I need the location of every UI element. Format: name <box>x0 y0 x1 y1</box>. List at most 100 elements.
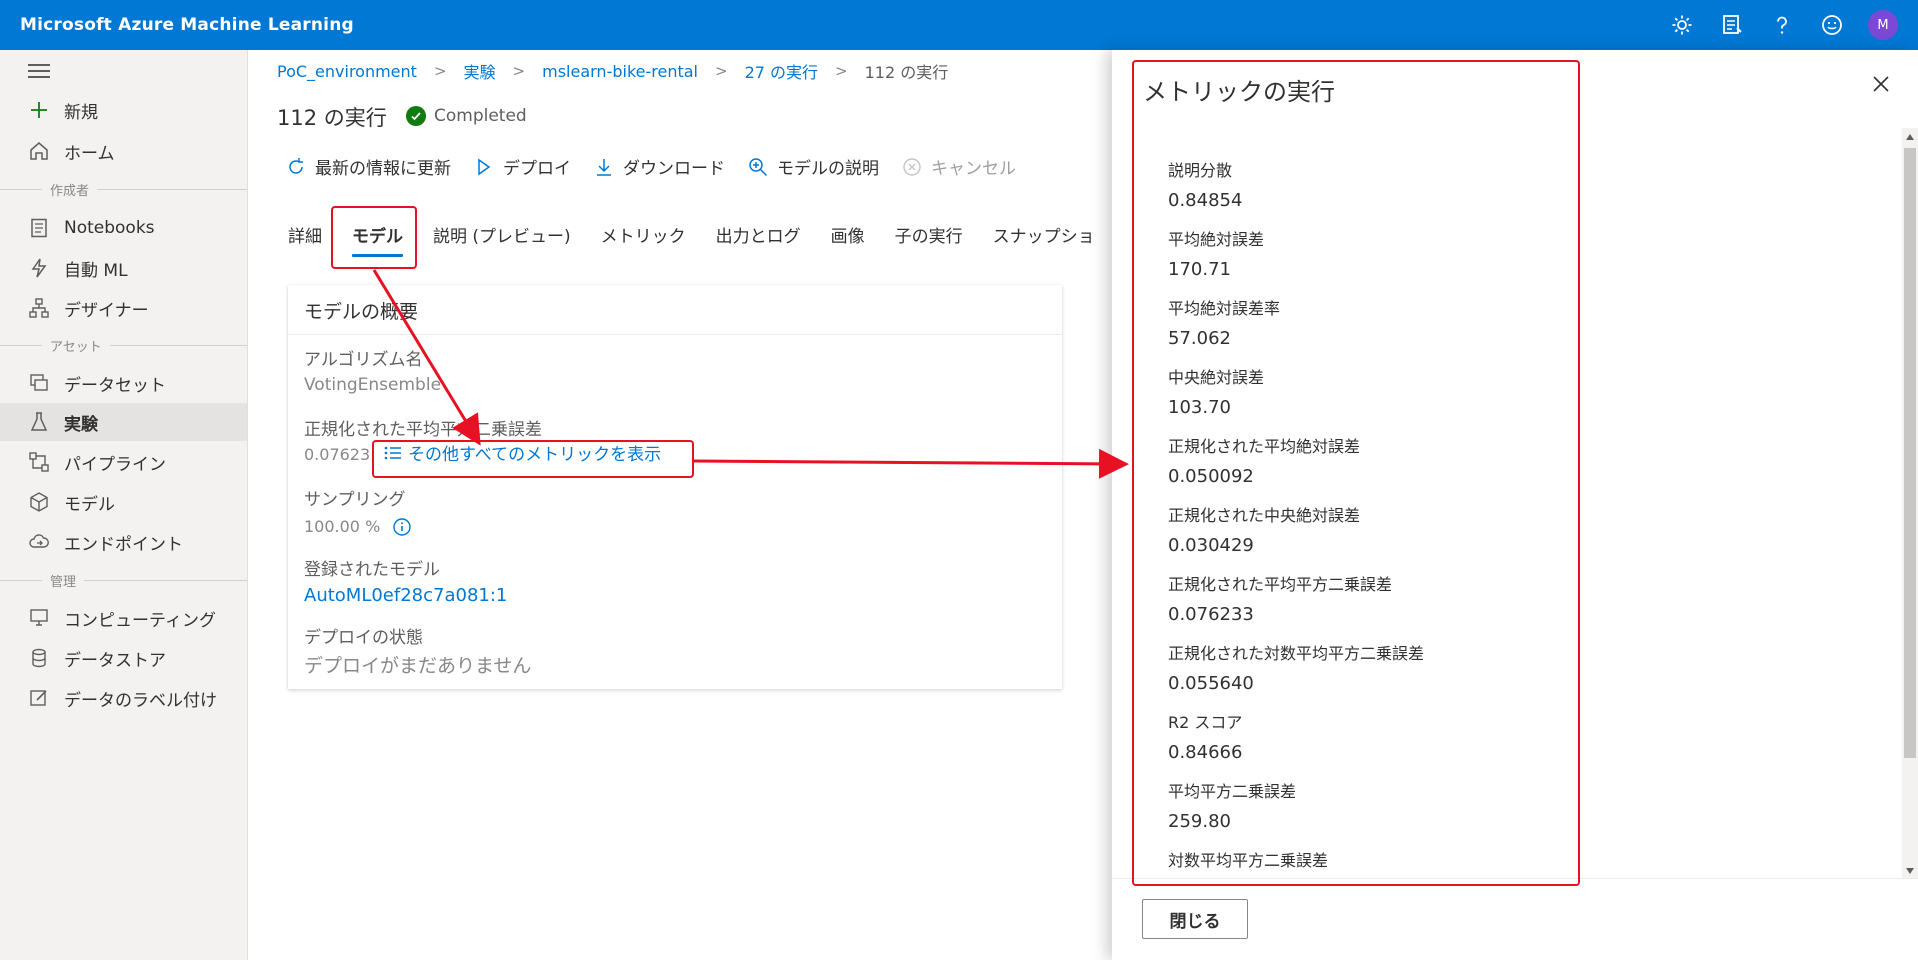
metric-row: 平均平方二乗誤差 259.80 <box>1168 777 1668 846</box>
tab-model[interactable]: モデル <box>352 222 403 257</box>
tab-explanations[interactable]: 説明 (プレビュー) <box>433 222 571 257</box>
nav-item-automl[interactable]: 自動 ML <box>0 249 247 287</box>
scroll-thumb[interactable] <box>1904 148 1916 758</box>
nav-item-pipelines[interactable]: パイプライン <box>0 443 247 481</box>
close-button[interactable]: 閉じる <box>1142 899 1248 939</box>
nav-item-endpoints[interactable]: エンドポイント <box>0 523 247 561</box>
scroll-up-arrow-icon[interactable] <box>1906 134 1914 140</box>
metric-value: 0.055640 <box>1168 673 1254 694</box>
sampling-label: サンプリング <box>304 490 406 510</box>
feedback-icon[interactable] <box>1718 11 1746 39</box>
help-icon[interactable] <box>1768 11 1796 39</box>
explain-model-button[interactable]: モデルの説明 <box>747 154 879 179</box>
metric-value: 0.076233 <box>1168 604 1254 625</box>
metric-name: 平均平方二乗誤差 <box>1168 782 1297 801</box>
plus-icon <box>28 99 50 121</box>
nav-item-datastores[interactable]: データストア <box>0 639 247 677</box>
nav-item-label: 自動 ML <box>64 260 128 281</box>
status-text: Completed <box>434 106 527 126</box>
nav-item-labeling[interactable]: データのラベル付け <box>0 679 247 717</box>
designer-icon <box>28 297 50 319</box>
chevron-right-icon: > <box>714 62 728 80</box>
gear-icon[interactable] <box>1668 11 1696 39</box>
database-icon <box>28 647 50 669</box>
algorithm-label: アルゴリズム名 <box>304 350 423 370</box>
tab-outputs-logs[interactable]: 出力とログ <box>716 222 801 257</box>
nav-item-designer[interactable]: デザイナー <box>0 289 247 327</box>
nav-section-manage: 管理 <box>0 570 247 590</box>
nav-item-label: コンピューティング <box>64 610 216 631</box>
scroll-down-arrow-icon[interactable] <box>1906 868 1914 874</box>
top-icons: M <box>1668 10 1898 40</box>
nav-item-models[interactable]: モデル <box>0 483 247 521</box>
panel-title: メトリックの実行 <box>1143 78 1335 106</box>
nav-item-label: データのラベル付け <box>64 690 217 711</box>
left-navigation: 新規 ホーム 作成者 Notebooks 自動 ML デザイナー アセット デー… <box>0 50 248 960</box>
breadcrumb-workspace[interactable]: PoC_environment <box>277 62 417 81</box>
nav-item-notebooks[interactable]: Notebooks <box>0 209 247 247</box>
metric-row: 平均絶対誤差率 57.062 <box>1168 294 1668 363</box>
metric-row: 正規化された中央絶対誤差 0.030429 <box>1168 501 1668 570</box>
nav-item-new[interactable]: 新規 <box>0 91 247 129</box>
nav-item-compute[interactable]: コンピューティング <box>0 599 247 637</box>
breadcrumb-parent-run[interactable]: 27 の実行 <box>745 59 818 83</box>
tab-child-runs[interactable]: 子の実行 <box>895 222 963 257</box>
flask-icon <box>28 411 50 433</box>
nav-item-label: デザイナー <box>64 300 149 321</box>
notebook-icon <box>28 217 50 239</box>
view-all-metrics-link[interactable]: その他すべてのメトリックを表示 <box>384 440 661 465</box>
refresh-button[interactable]: 最新の情報に更新 <box>285 154 451 179</box>
metric-name: 正規化された対数平均平方二乗誤差 <box>1168 644 1425 663</box>
close-icon[interactable] <box>1869 72 1893 96</box>
account-avatar[interactable]: M <box>1868 10 1898 40</box>
nav-item-label: 新規 <box>64 102 98 123</box>
run-tabs: 詳細 モデル 説明 (プレビュー) メトリック 出力とログ 画像 子の実行 スナ… <box>288 222 1125 257</box>
nav-item-label: Notebooks <box>64 218 155 238</box>
cancel-run-button[interactable]: キャンセル <box>901 154 1016 179</box>
sampling-value: 100.00 % <box>304 517 381 536</box>
metric-row: 説明分散 0.84854 <box>1168 156 1668 225</box>
panel-scrollbar[interactable] <box>1902 128 1918 880</box>
home-icon <box>28 140 50 162</box>
metric-name: 中央絶対誤差 <box>1168 368 1265 387</box>
top-bar: Microsoft Azure Machine Learning M <box>0 0 1918 50</box>
deploy-button[interactable]: デプロイ <box>473 154 571 179</box>
metric-name: 正規化された平均平方二乗誤差 <box>1168 575 1393 594</box>
nav-item-experiments[interactable]: 実験 <box>0 403 247 441</box>
registered-model-link[interactable]: AutoML0ef28c7a081:1 <box>304 585 507 606</box>
nav-section-author: 作成者 <box>0 179 247 199</box>
registered-model-label: 登録されたモデル <box>304 560 440 580</box>
metric-value: 0.84666 <box>1168 742 1243 763</box>
tab-images[interactable]: 画像 <box>831 222 865 257</box>
metric-name: 正規化された中央絶対誤差 <box>1168 506 1361 525</box>
tab-snapshot[interactable]: スナップショ <box>993 222 1095 257</box>
metric-name: 対数平均平方二乗誤差 <box>1168 851 1329 870</box>
model-summary-card: モデルの概要 アルゴリズム名 VotingEnsemble 正規化された平均平方… <box>288 285 1062 689</box>
nav-item-label: 実験 <box>64 414 98 435</box>
breadcrumb-experiment[interactable]: mslearn-bike-rental <box>542 62 698 81</box>
cube-icon <box>28 491 50 513</box>
algorithm-value: VotingEnsemble <box>304 375 442 395</box>
edit-icon <box>28 687 50 709</box>
breadcrumb-experiments[interactable]: 実験 <box>464 59 496 83</box>
download-button[interactable]: ダウンロード <box>593 154 725 179</box>
info-icon[interactable] <box>392 517 412 537</box>
hamburger-menu-icon[interactable] <box>28 64 50 80</box>
deploy-status-value: デプロイがまだありません <box>304 655 532 677</box>
download-icon <box>593 156 615 178</box>
cancel-icon <box>901 156 923 178</box>
breadcrumb-current: 112 の実行 <box>864 63 949 82</box>
tab-metrics[interactable]: メトリック <box>601 222 686 257</box>
nav-item-label: モデル <box>64 494 115 515</box>
tab-details[interactable]: 詳細 <box>288 222 322 257</box>
nav-item-datasets[interactable]: データセット <box>0 364 247 402</box>
chevron-right-icon: > <box>512 62 526 80</box>
computer-icon <box>28 607 50 629</box>
app-title[interactable]: Microsoft Azure Machine Learning <box>20 15 354 35</box>
metric-value: 170.71 <box>1168 259 1231 280</box>
deploy-status-label: デプロイの状態 <box>304 628 423 648</box>
nav-item-label: データストア <box>64 650 166 671</box>
smiley-icon[interactable] <box>1818 11 1846 39</box>
nav-item-home[interactable]: ホーム <box>0 132 247 170</box>
primary-metric-label: 正規化された平均平方二乗誤差 <box>304 420 542 440</box>
